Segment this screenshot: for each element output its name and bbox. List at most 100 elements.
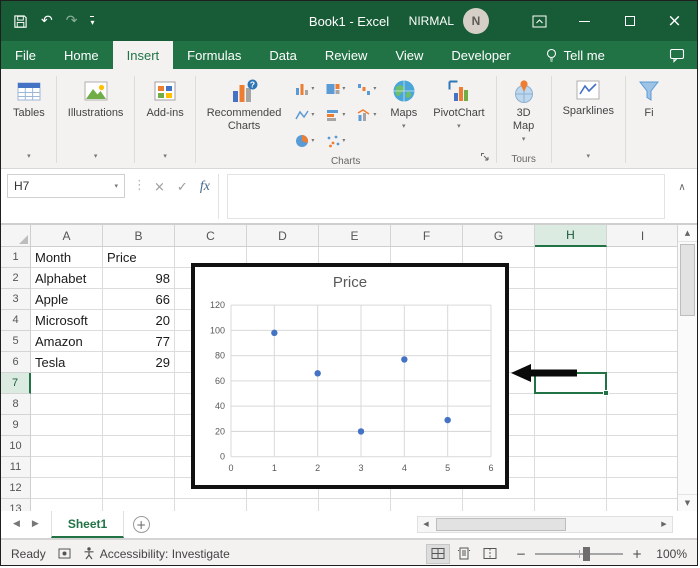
tab-data[interactable]: Data [255,41,310,69]
cell-H3[interactable] [535,289,607,310]
cell-A1[interactable]: Month [31,247,103,268]
insert-column-chart-button[interactable]: ▾ [289,76,320,102]
row-header-7[interactable]: 7 [1,373,31,394]
cell-E13[interactable] [319,499,391,511]
cell-H13[interactable] [535,499,607,511]
cell-B11[interactable] [103,457,175,478]
pivotchart-button[interactable]: PivotChart ▾ [425,71,492,154]
cell-H1[interactable] [535,247,607,268]
expand-formula-bar-button[interactable]: ∧ [673,174,691,193]
maps-button[interactable]: Maps ▾ [382,71,425,154]
cell-B5[interactable]: 77 [103,331,175,352]
cell-H4[interactable] [535,310,607,331]
insert-hierarchy-chart-button[interactable]: ▾ [320,76,351,102]
cell-A10[interactable] [31,436,103,457]
column-header-B[interactable]: B [103,225,175,247]
row-header-5[interactable]: 5 [1,331,31,352]
charts-dialog-launcher[interactable] [480,152,490,165]
tab-formulas[interactable]: Formulas [173,41,255,69]
row-header-2[interactable]: 2 [1,268,31,289]
recommended-charts-button[interactable]: ? Recommended Charts [199,71,290,154]
cell-B8[interactable] [103,394,175,415]
cell-A12[interactable] [31,478,103,499]
cell-I13[interactable] [607,499,677,511]
zoom-out-button[interactable]: − [516,548,526,560]
cell-A11[interactable] [31,457,103,478]
cell-I10[interactable] [607,436,677,457]
prev-sheet-button[interactable]: ◀ [13,520,20,529]
insert-waterfall-chart-button[interactable]: ▾ [351,76,382,102]
tab-review[interactable]: Review [311,41,382,69]
customize-quick-access-button[interactable]: ▾ [90,15,95,27]
cell-B7[interactable] [103,373,175,394]
cell-A7[interactable] [31,373,103,394]
cell-I2[interactable] [607,268,677,289]
vertical-scrollbar-thumb[interactable] [680,244,695,316]
normal-view-button[interactable] [425,543,450,564]
name-box[interactable]: H7 ▾ [7,174,125,198]
cell-B3[interactable]: 66 [103,289,175,310]
zoom-slider-track[interactable] [534,546,623,561]
row-header-1[interactable]: 1 [1,247,31,268]
row-header-3[interactable]: 3 [1,289,31,310]
cell-D13[interactable] [247,499,319,511]
cell-A6[interactable]: Tesla [31,352,103,373]
cell-H2[interactable] [535,268,607,289]
sheet-tab-sheet1[interactable]: Sheet1 [50,511,125,538]
cell-H12[interactable] [535,478,607,499]
cell-I7[interactable] [607,373,677,394]
cell-A2[interactable]: Alphabet [31,268,103,289]
horizontal-scrollbar-thumb[interactable] [436,518,566,531]
cell-I11[interactable] [607,457,677,478]
undo-button[interactable]: ↶ [41,14,53,28]
row-header-6[interactable]: 6 [1,352,31,373]
new-sheet-button[interactable]: + [124,511,158,538]
row-header-9[interactable]: 9 [1,415,31,436]
addins-button[interactable]: Add-ins ▾ [138,71,191,168]
embedded-chart-plot[interactable]: 0 20 40 60 80 100 120 0 1 2 3 4 5 6 [195,295,505,485]
scroll-down-button[interactable]: ▼ [678,494,697,511]
enter-button[interactable]: ✓ [177,181,188,194]
zoom-in-button[interactable]: + [632,548,642,560]
tab-view[interactable]: View [381,41,437,69]
column-header-H[interactable]: H [535,225,607,247]
maximize-button[interactable] [607,1,652,41]
row-header-4[interactable]: 4 [1,310,31,331]
redo-button[interactable]: ↷ [66,14,78,28]
column-header-E[interactable]: E [319,225,391,247]
cell-B2[interactable]: 98 [103,268,175,289]
insert-combo-chart-button[interactable]: ▾ [351,102,382,128]
tell-me-button[interactable]: Tell me [545,41,605,69]
minimize-button[interactable] [562,1,607,41]
horizontal-scrollbar[interactable]: ◀ ▶ [417,516,673,533]
scroll-left-button[interactable]: ◀ [418,517,434,532]
account-area[interactable]: NIRMAL N [409,1,489,41]
cell-B13[interactable] [103,499,175,511]
cell-A8[interactable] [31,394,103,415]
cell-H8[interactable] [535,394,607,415]
row-header-12[interactable]: 12 [1,478,31,499]
tables-button[interactable]: Tables ▾ [5,71,53,168]
avatar[interactable]: N [463,8,489,34]
cell-A4[interactable]: Microsoft [31,310,103,331]
cell-I6[interactable] [607,352,677,373]
cell-A5[interactable]: Amazon [31,331,103,352]
cell-H10[interactable] [535,436,607,457]
zoom-slider-handle[interactable] [583,546,591,561]
tab-developer[interactable]: Developer [437,41,524,69]
cell-B6[interactable]: 29 [103,352,175,373]
row-header-13[interactable]: 13 [1,499,31,511]
insert-line-chart-button[interactable]: ▾ [289,102,320,128]
map-3d-button[interactable]: 3D Map ▾ [500,71,548,151]
cell-F13[interactable] [391,499,463,511]
cell-I8[interactable] [607,394,677,415]
zoom-level[interactable]: 100% [651,547,687,561]
vertical-scrollbar[interactable]: ▲ ▼ [677,225,697,511]
cell-A3[interactable]: Apple [31,289,103,310]
column-header-A[interactable]: A [31,225,103,247]
scroll-right-button[interactable]: ▶ [656,517,672,532]
cell-I1[interactable] [607,247,677,268]
insert-scatter-chart-button[interactable]: ▾ [320,128,351,154]
tab-home[interactable]: Home [50,41,113,69]
cell-A13[interactable] [31,499,103,511]
